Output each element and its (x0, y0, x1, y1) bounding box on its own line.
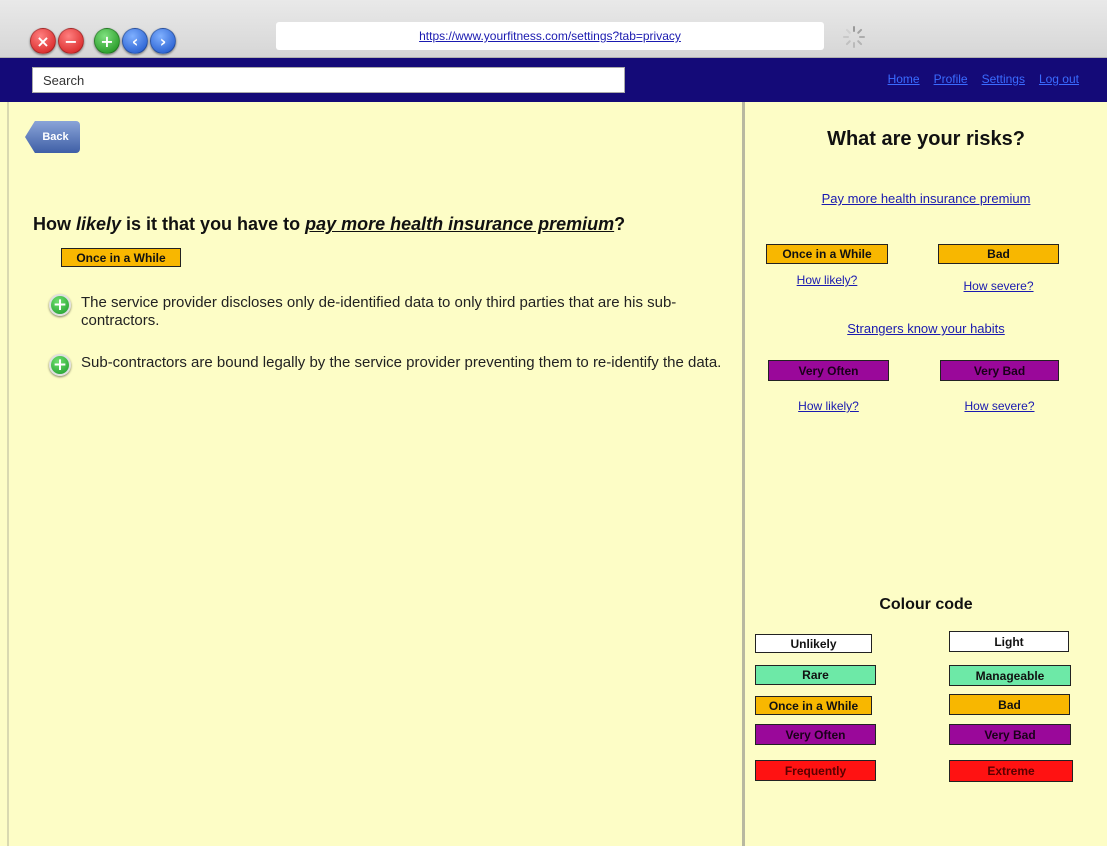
how-severe-link[interactable]: How severe? (940, 399, 1059, 413)
nav-links: Home Profile Settings Log out (888, 72, 1079, 86)
risk-link-strangers-habits[interactable]: Strangers know your habits (745, 321, 1107, 336)
how-likely-link[interactable]: How likely? (768, 399, 889, 413)
risk-severity-badge: Bad (938, 244, 1059, 264)
add-icon[interactable]: + (94, 28, 120, 54)
minimize-icon[interactable]: − (58, 28, 84, 54)
how-severe-link[interactable]: How severe? (938, 279, 1059, 293)
risk-link-health-insurance[interactable]: Pay more health insurance premium (745, 191, 1107, 206)
risk-severity-badge: Very Bad (940, 360, 1059, 381)
nav-link-settings[interactable]: Settings (982, 72, 1025, 86)
close-icon[interactable]: × (30, 28, 56, 54)
legend-likelihood-very-often: Very Often (755, 724, 876, 745)
likelihood-question: How likely is it that you have to pay mo… (33, 214, 626, 234)
left-edge (7, 102, 9, 846)
loading-spinner-icon (843, 26, 865, 48)
legend-severity-extreme: Extreme (949, 760, 1073, 782)
legend-severity-light: Light (949, 631, 1069, 652)
back-arrow-icon[interactable]: ‹ (122, 28, 148, 54)
nav-link-profile[interactable]: Profile (934, 72, 968, 86)
answer-likelihood-badge: Once in a While (61, 248, 181, 267)
how-likely-link[interactable]: How likely? (766, 273, 888, 287)
url-bar[interactable]: https://www.yourfitness.com/settings?tab… (276, 22, 824, 50)
legend-likelihood-rare: Rare (755, 665, 876, 685)
legend-severity-bad: Bad (949, 694, 1070, 715)
risk-name: pay more health insurance premium (305, 214, 615, 234)
risks-panel-title: What are your risks? (827, 128, 1025, 150)
legend-likelihood-unlikely: Unlikely (755, 634, 872, 653)
risk-likelihood-badge: Once in a While (766, 244, 888, 264)
plus-icon[interactable]: + (49, 294, 71, 316)
colour-code-title: Colour code (879, 596, 973, 613)
fact-item: + The service provider discloses only de… (49, 294, 719, 330)
nav-link-home[interactable]: Home (888, 72, 920, 86)
legend-likelihood-once-in-a-while: Once in a While (755, 696, 872, 715)
plus-icon[interactable]: + (49, 354, 71, 376)
back-button[interactable]: Back (25, 121, 80, 153)
nav-link-logout[interactable]: Log out (1039, 72, 1079, 86)
legend-severity-manageable: Manageable (949, 665, 1071, 686)
panel-divider (742, 102, 745, 846)
risk-likelihood-badge: Very Often (768, 360, 889, 381)
legend-likelihood-frequently: Frequently (755, 760, 876, 781)
browser-toolbar: × − + ‹ › https://www.yourfitness.com/se… (0, 0, 1107, 58)
forward-arrow-icon[interactable]: › (150, 28, 176, 54)
legend-severity-very-bad: Very Bad (949, 724, 1071, 745)
fact-item: + Sub-contractors are bound legally by t… (49, 354, 739, 376)
site-navbar: Search Home Profile Settings Log out (0, 58, 1107, 102)
search-input[interactable]: Search (32, 67, 625, 93)
